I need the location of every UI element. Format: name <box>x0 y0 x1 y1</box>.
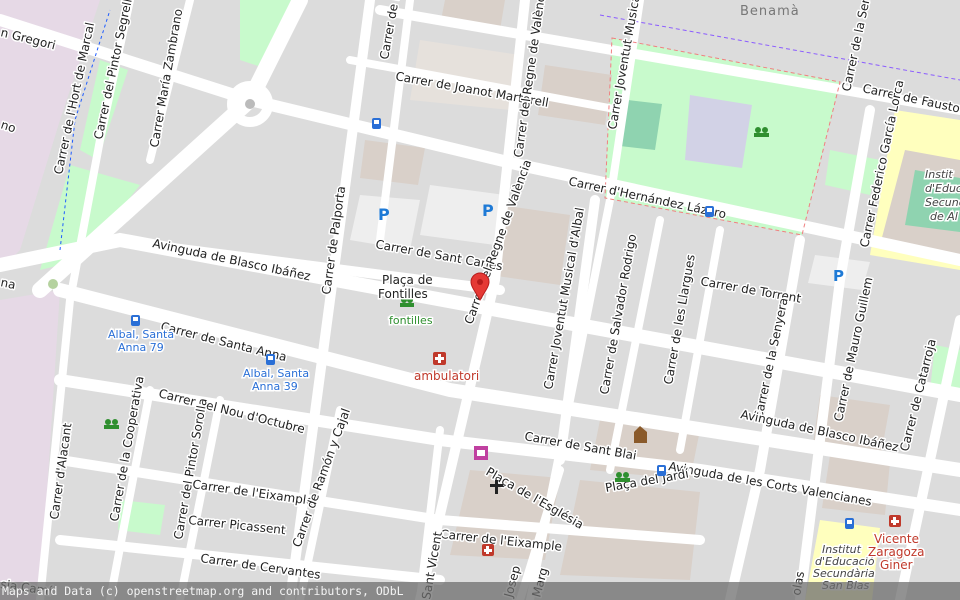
bus-stop-label: Anna 79 <box>118 341 164 354</box>
poi-label: Secund <box>925 196 960 209</box>
poi-label: ambulatori <box>414 369 479 383</box>
poi-label: Giner <box>880 558 913 572</box>
poi-label: de Al <box>930 210 958 223</box>
poi-label: fontilles <box>389 314 433 327</box>
theatre-icon[interactable] <box>474 446 488 460</box>
street-label: na <box>0 275 17 292</box>
hospital-icon[interactable] <box>482 544 494 556</box>
bus-stop-icon[interactable] <box>845 518 854 529</box>
place-label: Fontilles <box>378 287 428 301</box>
district-label: Benamà <box>740 4 800 19</box>
bus-stop-icon[interactable] <box>657 465 666 476</box>
roundabout-center <box>245 99 255 109</box>
bus-stop-icon[interactable] <box>705 206 714 217</box>
map-canvas[interactable]: Benamà n Gregori no Carrer de l'Hort de … <box>0 0 960 600</box>
hospital-icon[interactable] <box>889 515 901 527</box>
bus-stop-label: Anna 39 <box>252 380 298 393</box>
poi-label: Zaragoza <box>868 545 924 559</box>
parking-icon[interactable]: P <box>482 201 494 220</box>
hospital-icon[interactable] <box>433 352 446 365</box>
map-view[interactable]: Benamà n Gregori no Carrer de l'Hort de … <box>0 0 960 600</box>
bus-stop-icon[interactable] <box>131 315 140 326</box>
poi-label: Instit <box>925 168 953 181</box>
bus-stop-label: Albal, Santa <box>243 367 309 380</box>
poi-label: Vicente <box>874 532 919 546</box>
poi-label: d'Educ <box>925 182 960 195</box>
parking-icon[interactable]: P <box>378 205 390 224</box>
roundabout-center <box>48 279 58 289</box>
map-attribution: Maps and Data (c) openstreetmap.org and … <box>0 582 960 600</box>
bus-stop-label: Albal, Santa <box>108 328 174 341</box>
bus-stop-icon[interactable] <box>372 118 381 129</box>
parking-icon[interactable]: P <box>833 267 844 285</box>
bus-stop-icon[interactable] <box>266 354 275 365</box>
place-label: Plaça de <box>382 273 433 287</box>
park-plaza <box>685 95 752 168</box>
